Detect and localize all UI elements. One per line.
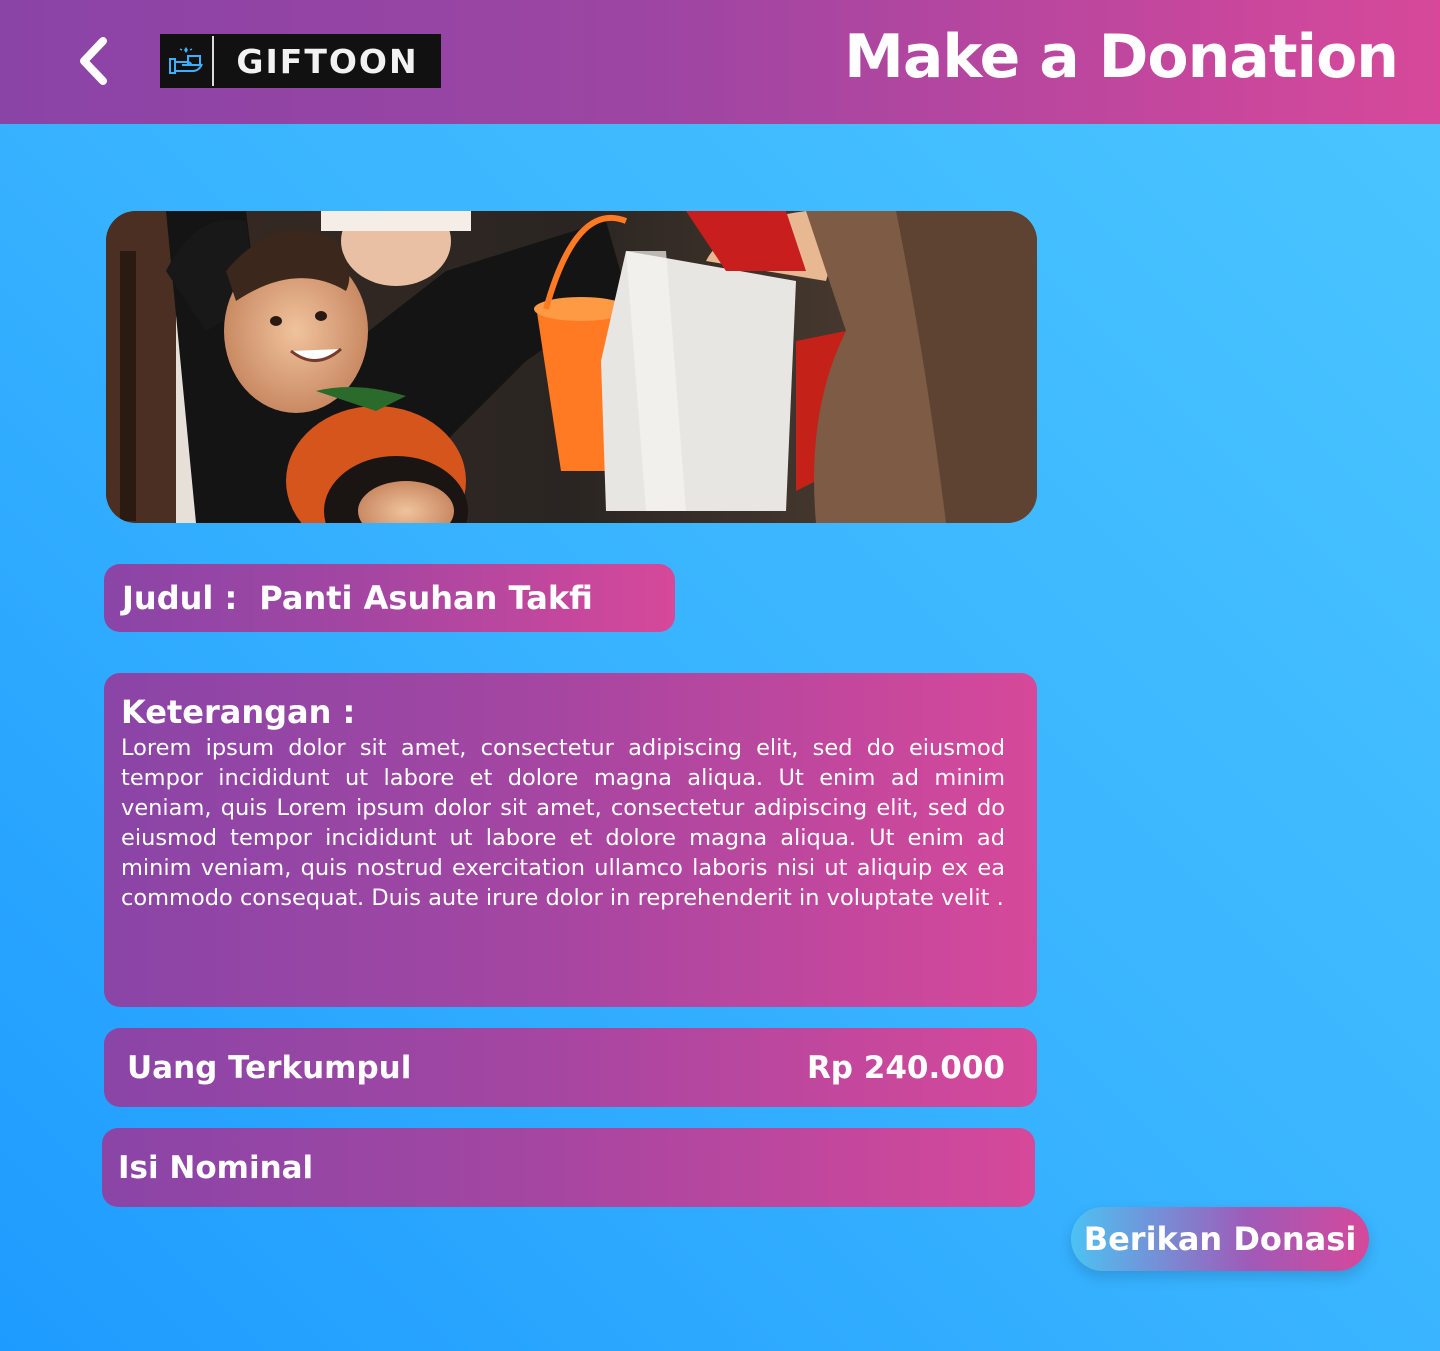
description-text: Lorem ipsum dolor sit amet, consectetur …: [121, 735, 1005, 911]
collected-label: Uang Terkumpul: [127, 1049, 412, 1086]
collected-value: Rp 240.000: [806, 1049, 1005, 1086]
back-button[interactable]: [66, 28, 122, 94]
nominal-field-container[interactable]: [102, 1128, 1035, 1207]
description-label: Keterangan :: [121, 693, 356, 731]
chevron-left-icon: [80, 37, 107, 85]
campaign-photo: [106, 211, 1037, 523]
donate-button[interactable]: Berikan Donasi: [1071, 1207, 1369, 1271]
photo-children-receiving-gifts: [106, 211, 1037, 523]
nominal-input[interactable]: [118, 1149, 1035, 1186]
title-value: Panti Asuhan Takfi: [259, 579, 593, 617]
campaign-title-card: Judul : Panti Asuhan Takfi: [104, 564, 675, 632]
gift-hand-icon: [160, 34, 212, 88]
title-label: Judul :: [122, 579, 238, 617]
page-title: Make a Donation: [844, 22, 1399, 92]
logo-text: GIFTOON: [236, 41, 419, 81]
collected-amount-card: Uang Terkumpul Rp 240.000: [104, 1028, 1037, 1107]
top-bar: GIFTOON Make a Donation: [0, 0, 1440, 124]
giftoon-logo[interactable]: GIFTOON: [160, 34, 441, 88]
description-card: Keterangan : Lorem ipsum dolor sit amet,…: [104, 673, 1037, 1007]
